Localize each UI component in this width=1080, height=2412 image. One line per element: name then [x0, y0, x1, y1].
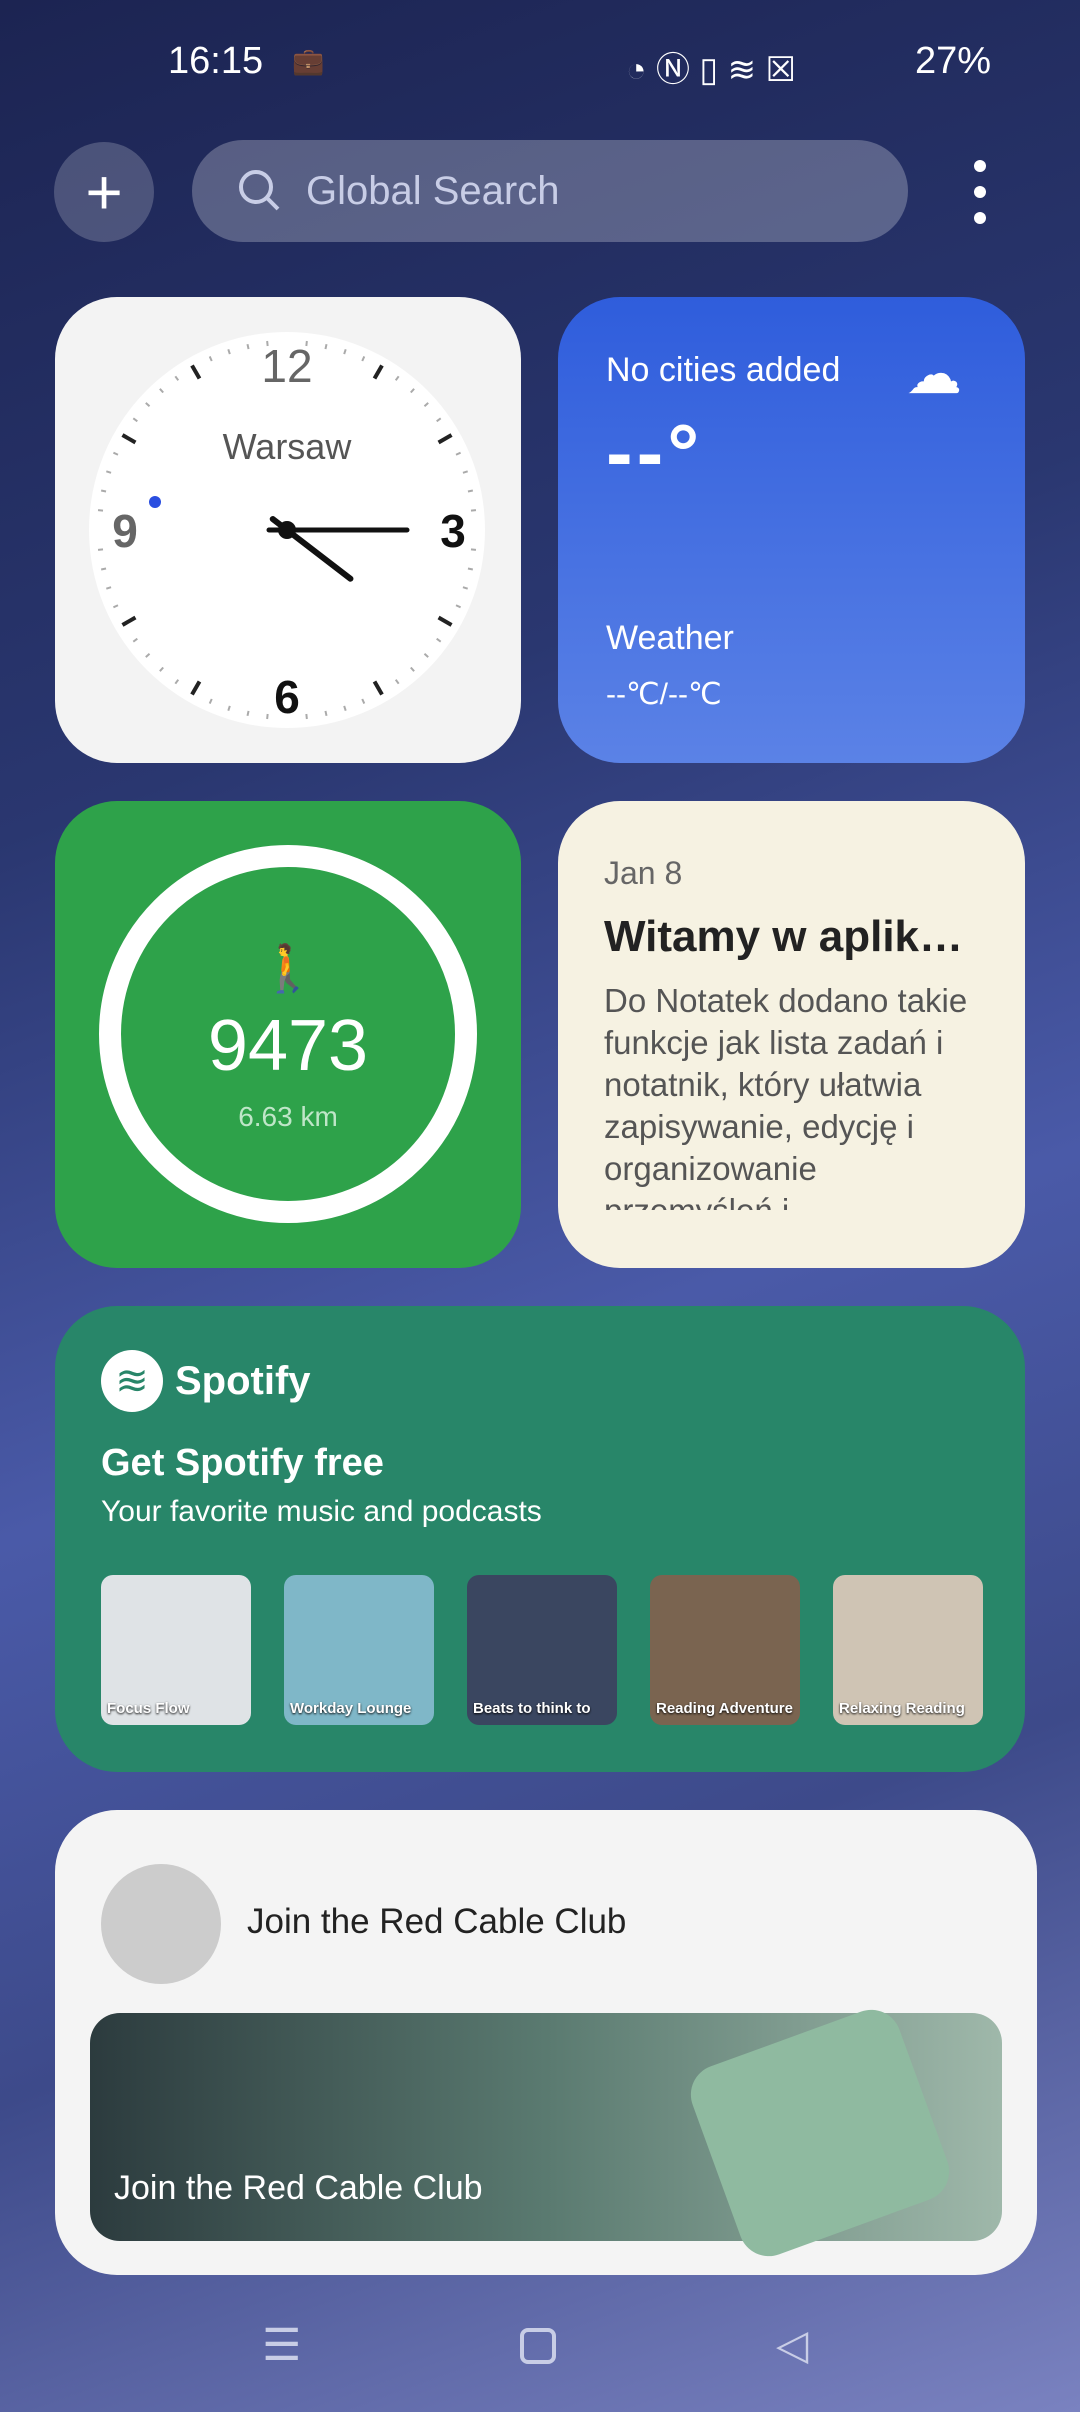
clock-tick: [305, 713, 308, 720]
status-bar: 16:15 💼 ◔ Ⓝ ▯ ≋ ☒ 27%: [0, 40, 1080, 90]
clock-widget[interactable]: 12 3 6 9 Warsaw: [55, 297, 521, 763]
weather-range: --℃/--℃: [606, 678, 722, 711]
note-body: Do Notatek dodano takie funkcje jak list…: [604, 982, 968, 1210]
phone-image: [682, 2001, 958, 2265]
spotify-logo-icon: ≋: [101, 1350, 163, 1412]
clock-tick: [100, 567, 107, 571]
spotify-brand: Spotify: [175, 1358, 311, 1403]
clock-tick: [100, 489, 107, 493]
search-input[interactable]: Global Search: [192, 140, 908, 242]
clock-tick: [467, 489, 474, 493]
recents-button[interactable]: ☰: [262, 2320, 301, 2371]
walking-icon: 🚶: [259, 942, 317, 994]
weather-temp: --°: [606, 408, 704, 497]
clock-tick: [324, 710, 328, 717]
status-time: 16:15: [168, 40, 264, 82]
playlist-label: Relaxing Reading: [839, 1700, 965, 1717]
playlist-thumbnail[interactable]: Workday Lounge: [284, 1575, 434, 1725]
search-placeholder: Global Search: [306, 168, 560, 213]
notes-widget[interactable]: Jan 8 Witamy w aplik… Do Notatek dodano …: [558, 801, 1025, 1268]
playlist-thumbnail[interactable]: Reading Adventure: [650, 1575, 800, 1725]
note-title: Witamy w aplik…: [604, 912, 964, 961]
steps-widget[interactable]: 🚶 9473 6.63 km: [55, 801, 521, 1268]
playlist-thumbnail[interactable]: Focus Flow: [101, 1575, 251, 1725]
clock-tick: [470, 509, 477, 512]
clock-tick: [467, 567, 474, 571]
clock-tick: [97, 548, 104, 551]
club-title: Join the Red Cable Club: [247, 1902, 627, 1941]
red-cable-club-widget[interactable]: Join the Red Cable Club Join the Red Cab…: [55, 1810, 1037, 2275]
step-count: 9473: [207, 1006, 369, 1086]
spotify-title: Get Spotify free: [101, 1442, 384, 1484]
club-banner-text: Join the Red Cable Club: [114, 2169, 483, 2207]
numeral-3: 3: [440, 505, 466, 557]
clock-city: Warsaw: [223, 426, 353, 467]
work-profile-icon: 💼: [292, 46, 325, 76]
clock-tick: [324, 343, 328, 350]
clock-tick: [97, 509, 104, 512]
step-distance: 6.63 km: [238, 1101, 338, 1132]
more-menu-button[interactable]: [960, 160, 1000, 230]
clock-tick: [246, 343, 250, 350]
club-banner[interactable]: Join the Red Cable Club: [90, 2001, 1002, 2265]
home-button[interactable]: [520, 2328, 556, 2364]
playlist-label: Reading Adventure: [656, 1700, 793, 1717]
clock-tick: [470, 548, 477, 551]
playlist-label: Workday Lounge: [290, 1700, 412, 1717]
numeral-12: 12: [261, 340, 312, 392]
numeral-9: 9: [112, 505, 138, 557]
note-date: Jan 8: [604, 855, 683, 891]
battery-percent: 27%: [915, 40, 992, 82]
spotify-subtitle: Your favorite music and podcasts: [101, 1495, 542, 1528]
numeral-6: 6: [274, 671, 300, 723]
analog-clock: 12 3 6 9 Warsaw: [89, 332, 485, 728]
clock-tick: [266, 713, 269, 720]
cloud-sun-icon: ☁: [906, 342, 962, 405]
playlist-thumbnail[interactable]: Beats to think to: [467, 1575, 617, 1725]
playlist-label: Beats to think to: [473, 1700, 591, 1717]
seconds-dot: [149, 496, 161, 508]
playlist-label: Focus Flow: [107, 1700, 190, 1717]
status-icons: ◔ Ⓝ ▯ ≋ ☒: [626, 51, 796, 89]
weather-label: Weather: [606, 619, 734, 657]
weather-title: No cities added: [606, 351, 841, 389]
playlist-thumbnail[interactable]: Relaxing Reading: [833, 1575, 983, 1725]
search-icon: [239, 170, 280, 211]
navigation-bar: ☰ ◁: [0, 2320, 1080, 2380]
avatar: [101, 1864, 221, 1984]
weather-widget[interactable]: No cities added ☁ --° Weather --℃/--℃: [558, 297, 1025, 763]
back-button[interactable]: ◁: [776, 2320, 808, 2369]
add-widget-button[interactable]: +: [54, 142, 154, 242]
clock-tick: [246, 710, 250, 717]
